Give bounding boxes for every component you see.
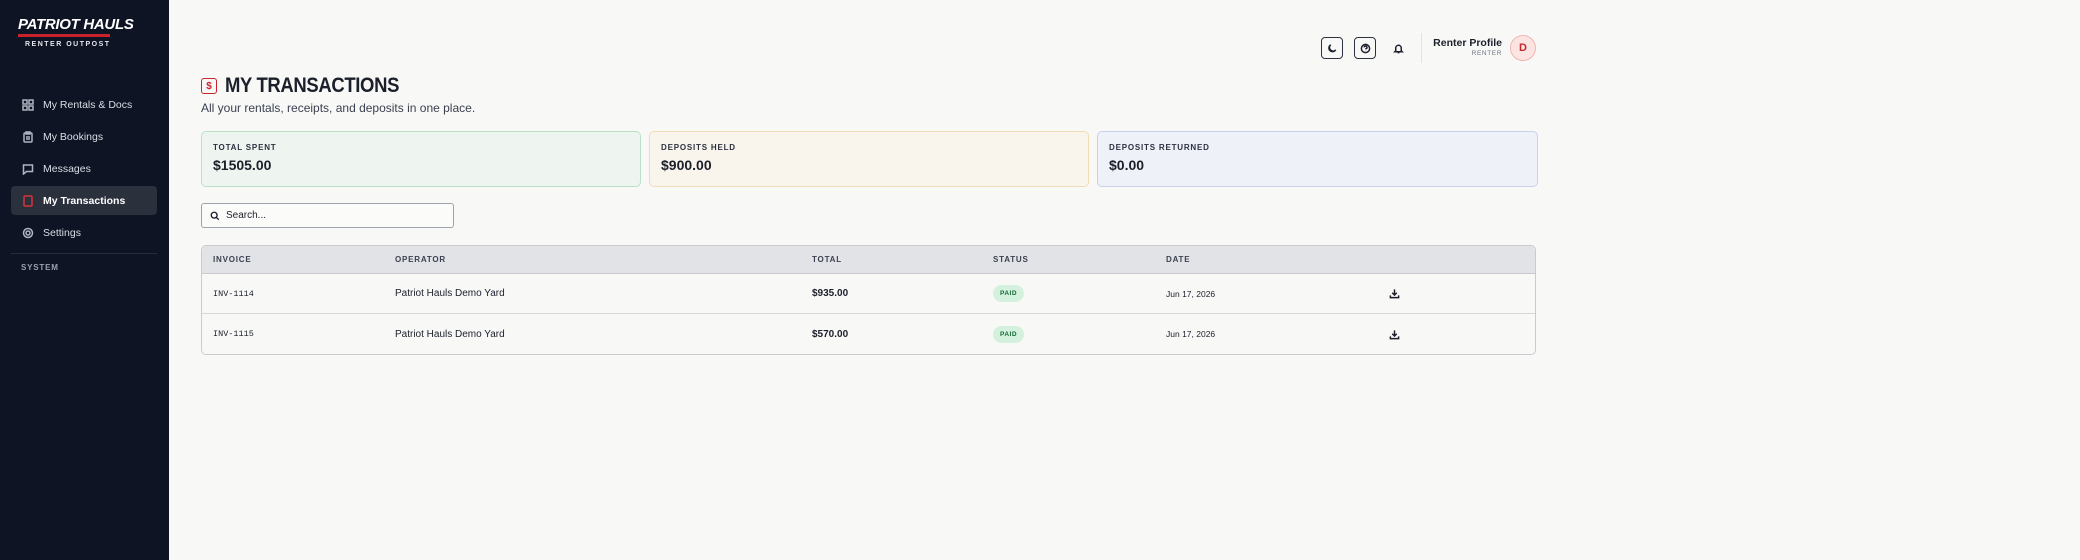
stat-card-deposits-held: DEPOSITS HELD $900.00 [649,131,1089,187]
dark-mode-toggle[interactable] [1321,37,1344,59]
sidebar: PATRIOT HAULS RENTER OUTPOST My Rentals … [0,0,169,560]
invoice-cell: INV-1114 [213,288,254,299]
profile-name: Renter Profile [1433,37,1502,49]
sidebar-nav: My Rentals & Docs My Bookings Messages M… [11,90,157,272]
brand-logo[interactable]: PATRIOT HAULS RENTER OUTPOST [18,16,134,48]
top-bar-divider [1421,33,1423,63]
brand-underline [18,34,110,37]
top-bar: Renter Profile RENTER D [1310,33,1536,63]
grid-icon [21,98,34,111]
clipboard-icon [21,130,34,143]
sidebar-item-label: My Transactions [43,194,126,207]
column-header-date[interactable]: DATE [1166,255,1389,264]
stat-value: $0.00 [1109,157,1145,173]
column-header-status[interactable]: STATUS [993,255,1166,264]
stat-card-total-spent: TOTAL SPENT $1505.00 [201,131,641,187]
profile-menu[interactable]: Renter Profile RENTER [1433,37,1502,59]
gear-icon [21,226,34,239]
table-row[interactable]: INV-1114 Patriot Hauls Demo Yard $935.00… [202,274,1535,314]
invoice-cell: INV-1115 [213,329,254,339]
sidebar-item-messages[interactable]: Messages [11,154,157,183]
sidebar-item-label: Messages [43,162,91,175]
stat-card-deposits-returned: DEPOSITS RETURNED $0.00 [1097,131,1538,187]
dollar-receipt-icon: $ [201,78,217,94]
search-icon [210,211,226,221]
transactions-table: INVOICE OPERATOR TOTAL STATUS DATE INV-1… [201,245,1536,355]
stat-value: $1505.00 [213,157,272,173]
brand-subtitle: RENTER OUTPOST [25,41,111,48]
status-cell: PAID [993,325,1166,343]
brand-name: PATRIOT HAULS [18,16,134,33]
column-header-operator[interactable]: OPERATOR [395,255,812,264]
sidebar-item-label: My Bookings [43,130,104,143]
sidebar-item-transactions[interactable]: My Transactions [11,186,157,215]
stat-label: DEPOSITS RETURNED [1109,143,1210,152]
sidebar-section-system: SYSTEM [21,263,59,272]
status-badge: PAID [993,285,1025,302]
page-subtitle: All your rentals, receipts, and deposits… [201,101,476,115]
search-box [201,203,454,228]
profile-role: RENTER [1471,50,1502,57]
table-header: INVOICE OPERATOR TOTAL STATUS DATE [202,246,1535,274]
sidebar-item-settings[interactable]: Settings [11,218,157,247]
download-button[interactable] [1389,329,1429,340]
date-cell: Jun 17, 2026 [1166,288,1216,299]
avatar[interactable]: D [1510,35,1536,61]
help-button[interactable] [1354,37,1377,59]
status-badge: PAID [993,325,1025,343]
download-button[interactable] [1389,288,1429,299]
operator-cell: Patriot Hauls Demo Yard [395,288,505,299]
download-icon [1389,329,1429,340]
bell-icon [1392,43,1404,54]
operator-cell: Patriot Hauls Demo Yard [395,328,505,340]
stat-label: TOTAL SPENT [213,143,277,152]
stat-cards: TOTAL SPENT $1505.00 DEPOSITS HELD $900.… [201,131,1538,187]
sidebar-item-bookings[interactable]: My Bookings [11,122,157,151]
stat-label: DEPOSITS HELD [661,143,736,152]
page-title: MY TRANSACTIONS [225,74,400,97]
help-icon [1360,43,1371,54]
table-row[interactable]: INV-1115 Patriot Hauls Demo Yard $570.00… [202,314,1535,354]
stat-value: $900.00 [661,157,712,173]
column-header-total[interactable]: TOTAL [812,255,993,264]
page-header: $ MY TRANSACTIONS All your rentals, rece… [201,74,475,115]
date-cell: Jun 17, 2026 [1166,329,1216,339]
total-cell: $570.00 [812,328,849,340]
chat-icon [21,162,34,175]
sidebar-divider [11,253,157,254]
sidebar-item-label: Settings [43,226,81,239]
moon-icon [1327,43,1338,54]
sidebar-item-rentals-docs[interactable]: My Rentals & Docs [11,90,157,119]
total-cell: $935.00 [812,288,849,299]
search-input[interactable] [226,210,446,221]
download-icon [1389,288,1429,299]
sidebar-item-label: My Rentals & Docs [43,98,133,111]
status-cell: PAID [993,285,1166,302]
receipt-icon [21,194,34,207]
column-header-invoice[interactable]: INVOICE [202,255,395,264]
notifications-button[interactable] [1387,37,1409,59]
